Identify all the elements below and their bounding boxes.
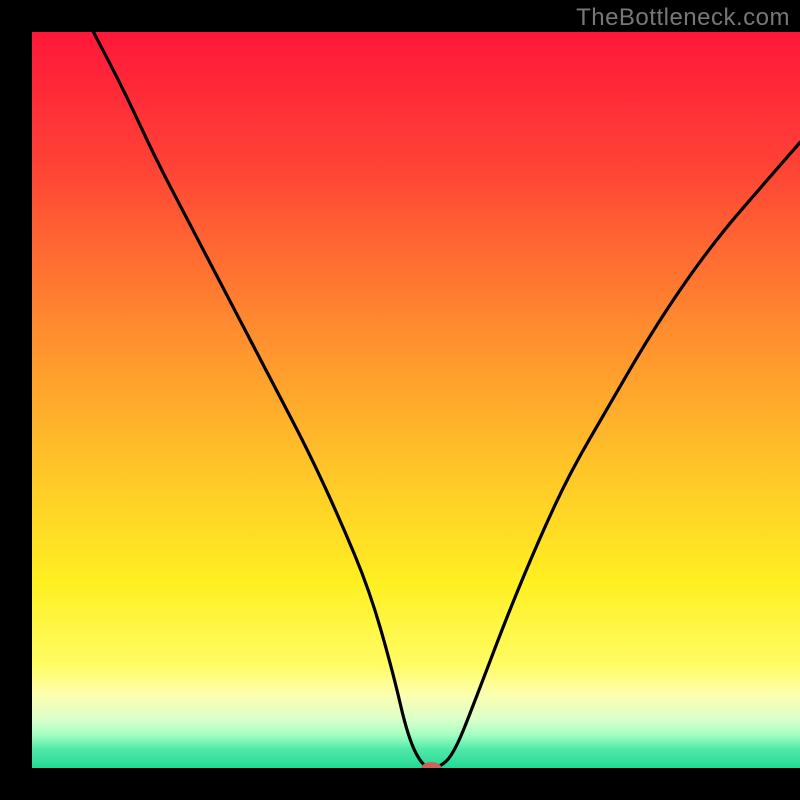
bottleneck-chart [0, 0, 800, 800]
optimal-marker [421, 762, 441, 774]
attribution-label: TheBottleneck.com [576, 4, 790, 32]
chart-frame: TheBottleneck.com [0, 0, 800, 800]
